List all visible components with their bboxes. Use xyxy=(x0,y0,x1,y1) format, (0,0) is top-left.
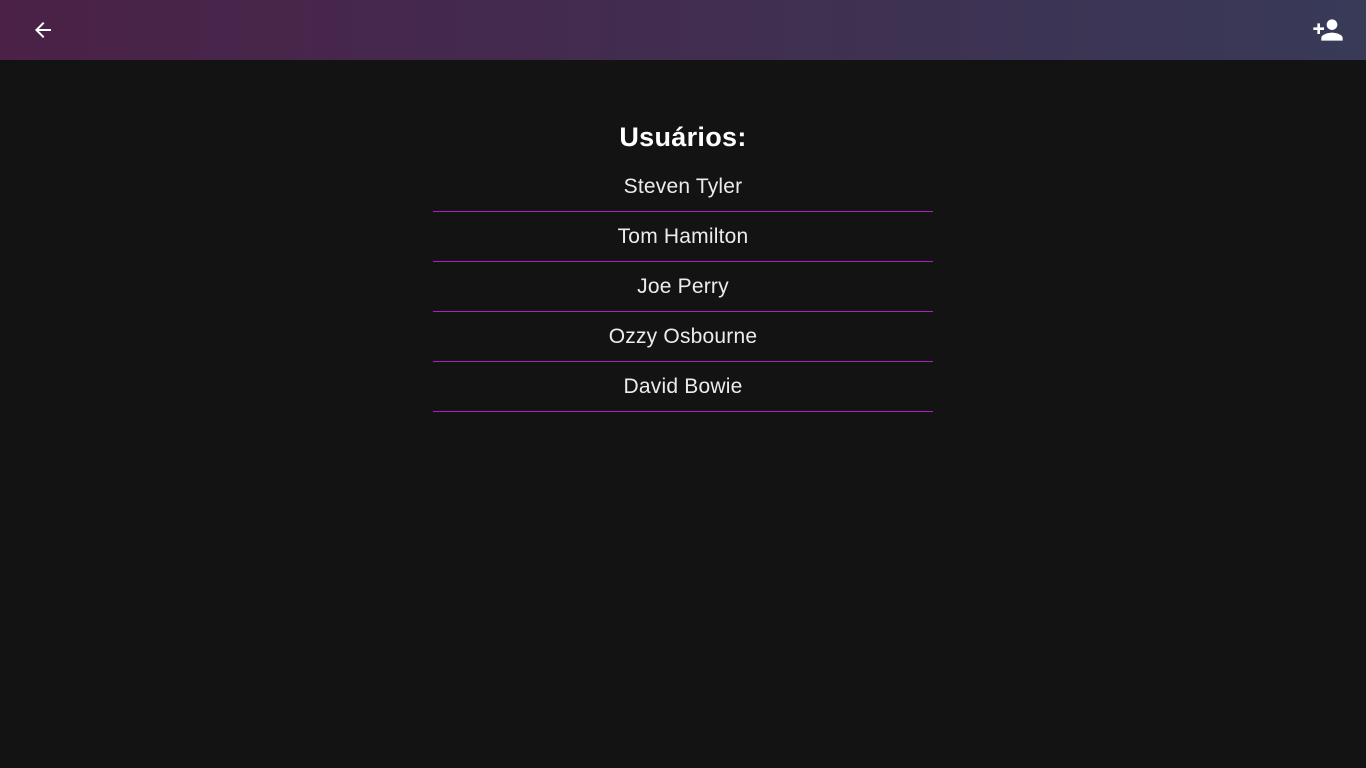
list-item[interactable]: Ozzy Osbourne xyxy=(433,312,933,362)
list-item[interactable]: Joe Perry xyxy=(433,262,933,312)
users-panel: Usuários: Steven Tyler Tom Hamilton Joe … xyxy=(433,112,933,412)
person-add-icon xyxy=(1313,19,1343,41)
list-item[interactable]: Steven Tyler xyxy=(433,162,933,212)
back-button[interactable] xyxy=(27,14,59,46)
arrow-back-icon xyxy=(35,22,51,38)
user-list: Steven Tyler Tom Hamilton Joe Perry Ozzy… xyxy=(433,162,933,412)
list-item[interactable]: Tom Hamilton xyxy=(433,212,933,262)
list-item[interactable]: David Bowie xyxy=(433,362,933,412)
add-user-button[interactable] xyxy=(1312,14,1344,46)
page-title: Usuários: xyxy=(619,122,747,152)
top-app-bar xyxy=(0,0,1366,60)
